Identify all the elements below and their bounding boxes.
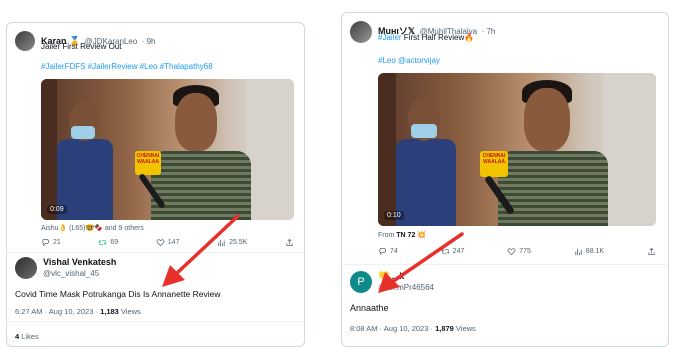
reply-count: 21 [53,239,61,246]
post-time[interactable]: · 9h [142,37,156,46]
author-handle[interactable]: @vlc_vishal_45 [43,269,99,278]
video-thumbnail[interactable]: CHENNAI WAALAA 0:10 [378,73,656,226]
author-name[interactable]: Vishal Venkatesh [43,257,116,267]
avatar[interactable] [15,257,37,279]
video-duration: 0:09 [47,205,67,214]
view-count: 25.5K [229,239,248,246]
likes-label: Likes [19,332,39,341]
hashtags[interactable]: #Leo @actorvijay [378,56,440,65]
like-button[interactable]: 775 [507,247,531,256]
reply-text: Annaathe [350,303,389,313]
avatar[interactable]: P [350,271,372,293]
mic-logo: CHENNAI WAALAA [480,151,508,177]
timestamp[interactable]: 8:08 AM · Aug 10, 2023 · [350,324,435,333]
view-count: 1,879 [435,324,454,333]
video-duration: 0:10 [384,211,404,220]
views-label: Views [453,324,476,333]
like-count: 147 [167,239,180,246]
right-tweet-card: Muнιソ𝕏 @MuhilThalaiva · 7h #Jailer First… [341,12,669,347]
reply-text: Covid Time Mask Potrukanga Dis Is Annane… [15,289,221,299]
hashtags[interactable]: #JailerFDFS #JailerReview #Leo #Thalapat… [41,62,213,71]
reply-button[interactable]: 74 [378,247,398,256]
retweet-count: 69 [110,239,119,246]
views-button[interactable]: 88.1K [574,247,604,256]
avatar[interactable] [350,21,372,43]
reply-count: 74 [390,248,398,255]
liked-by[interactable]: Aishu👌 (L65)🤓🍫 and 9 others [41,224,144,232]
view-count: 1,183 [100,307,119,316]
share-icon [286,238,293,247]
retweet-button[interactable]: 69 [98,238,118,247]
reply-icon [379,247,387,256]
hashtag-link[interactable]: #Jailer [378,33,402,42]
bar-chart-icon [218,239,225,247]
author-handle[interactable]: @P...mPr46564 [378,283,434,292]
avatar[interactable] [15,31,35,51]
retweet-icon [441,249,450,254]
view-count: 88.1K [585,248,605,255]
left-tweet-card: Karan 🥇 @JDKaranLeo · 9h Jailer First Re… [6,22,305,347]
tweet-text: Jailer First Review Out [41,42,122,51]
views-button[interactable]: 25.5K [217,238,247,247]
retweet-count: 247 [452,248,465,255]
likes-summary[interactable]: 4 Likes [15,332,39,341]
views-label: Views [118,307,141,316]
tweet-text: #Jailer First Half Review🔥 [378,33,475,42]
share-icon [648,247,655,256]
post-time[interactable]: · 7h [482,27,496,36]
heart-icon [507,248,516,256]
author-name[interactable]: 💛 ...k [378,271,404,282]
heart-icon [156,239,165,247]
share-button[interactable] [647,247,656,256]
share-button[interactable] [285,238,294,247]
retweet-button[interactable]: 247 [441,247,465,256]
bar-chart-icon [575,248,582,256]
timestamp[interactable]: 6:27 AM · Aug 10, 2023 · [15,307,100,316]
source-link[interactable]: TN 72 💥 [396,232,426,239]
reply-button[interactable]: 21 [41,238,61,247]
reply-icon [42,238,50,247]
from-source: From TN 72 💥 [378,232,427,239]
like-button[interactable]: 147 [156,238,180,247]
like-count: 775 [519,248,531,255]
retweet-icon [99,240,107,245]
video-thumbnail[interactable]: CHENNAI WAALAA 0:09 [41,79,294,220]
mic-logo: CHENNAI WAALAA [135,151,161,175]
